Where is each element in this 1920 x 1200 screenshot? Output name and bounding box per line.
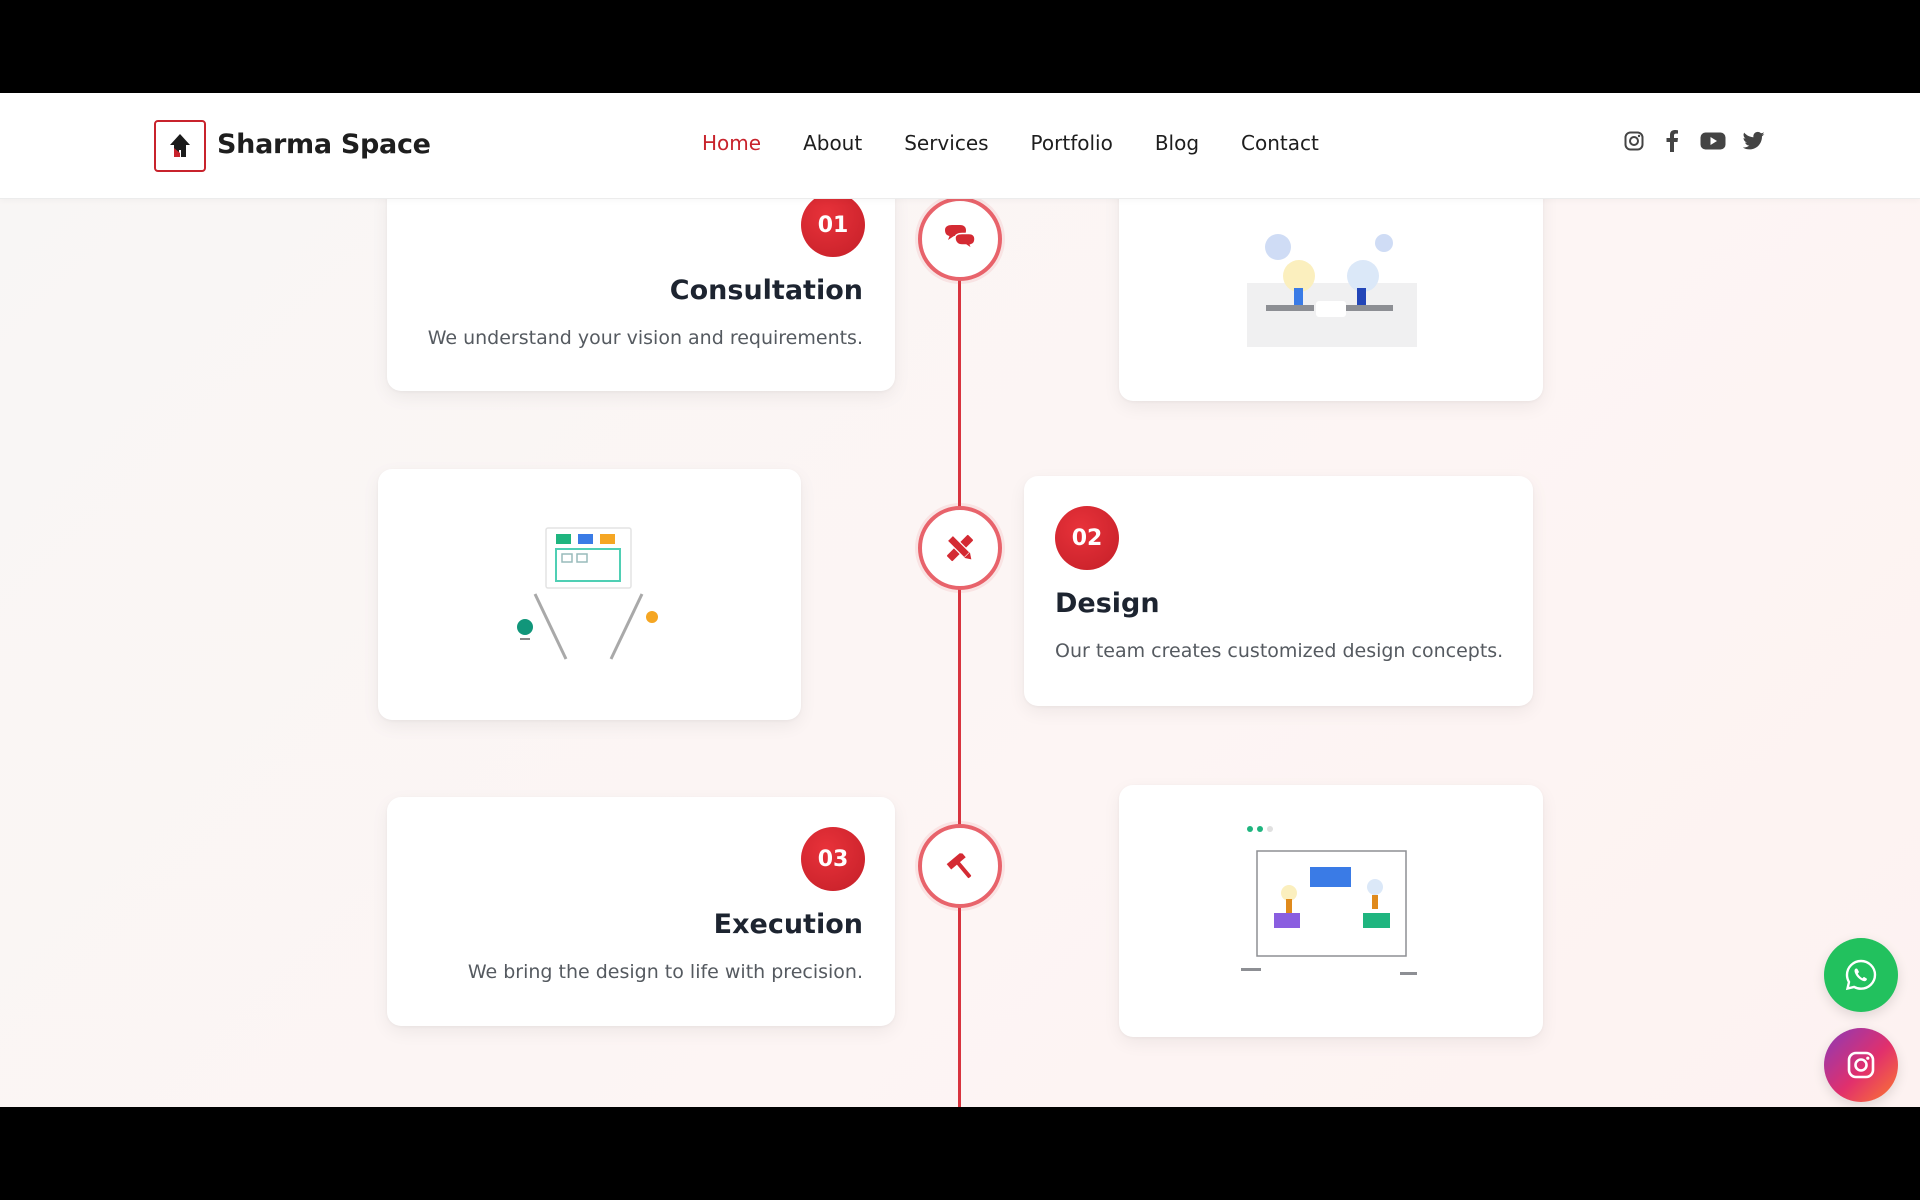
step-title: Design — [1055, 588, 1160, 619]
timeline-node-design — [918, 506, 1002, 590]
site-header: Sharma Space Home About Services Portfol… — [0, 93, 1920, 199]
hammer-icon — [946, 853, 972, 879]
nav-portfolio[interactable]: Portfolio — [1031, 131, 1113, 155]
timeline-node-consultation — [918, 197, 1002, 281]
step-card-consultation: 01 Consultation We understand your visio… — [387, 183, 895, 391]
step-card-execution: 03 Execution We bring the design to life… — [387, 797, 895, 1026]
illustration-card-execution — [1119, 785, 1543, 1037]
step-title: Execution — [713, 909, 863, 940]
step-number-badge: 01 — [801, 193, 865, 257]
drafting-illustration — [517, 527, 658, 660]
illustration-card-design — [378, 469, 801, 720]
step-title: Consultation — [669, 275, 863, 306]
nav-blog[interactable]: Blog — [1155, 131, 1199, 155]
timeline-line — [958, 199, 961, 1107]
meeting-illustration — [1247, 234, 1417, 347]
social-links — [1622, 129, 1780, 153]
step-card-design: 02 Design Our team creates customized de… — [1024, 476, 1533, 706]
page-viewport: Sharma Space Home About Services Portfol… — [0, 93, 1920, 1107]
nav-contact[interactable]: Contact — [1241, 131, 1319, 155]
whatsapp-button[interactable] — [1824, 938, 1898, 1012]
timeline-node-execution — [918, 824, 1002, 908]
pencil-ruler-icon — [946, 534, 974, 562]
nav-about[interactable]: About — [803, 131, 862, 155]
instagram-icon[interactable] — [1622, 129, 1646, 153]
nav-services[interactable]: Services — [904, 131, 988, 155]
step-description: We understand your vision and requiremen… — [427, 327, 863, 349]
step-description: Our team creates customized design conce… — [1055, 640, 1504, 662]
construction-illustration — [1241, 826, 1417, 975]
twitter-icon[interactable] — [1742, 129, 1766, 153]
facebook-icon[interactable] — [1660, 129, 1684, 153]
brand-name[interactable]: Sharma Space — [217, 129, 431, 160]
whatsapp-icon — [1845, 959, 1877, 991]
youtube-icon[interactable] — [1698, 129, 1728, 153]
main-nav: Home About Services Portfolio Blog Conta… — [702, 131, 1361, 155]
instagram-icon — [1847, 1051, 1875, 1079]
step-description: We bring the design to life with precisi… — [467, 961, 863, 983]
illustration-card-consultation — [1119, 173, 1543, 401]
house-logo-icon — [170, 134, 190, 157]
step-number-badge: 02 — [1055, 506, 1119, 570]
step-number-badge: 03 — [801, 827, 865, 891]
logo[interactable] — [154, 120, 206, 172]
chat-bubbles-icon — [945, 225, 976, 251]
instagram-button[interactable] — [1824, 1028, 1898, 1102]
nav-home[interactable]: Home — [702, 131, 761, 155]
